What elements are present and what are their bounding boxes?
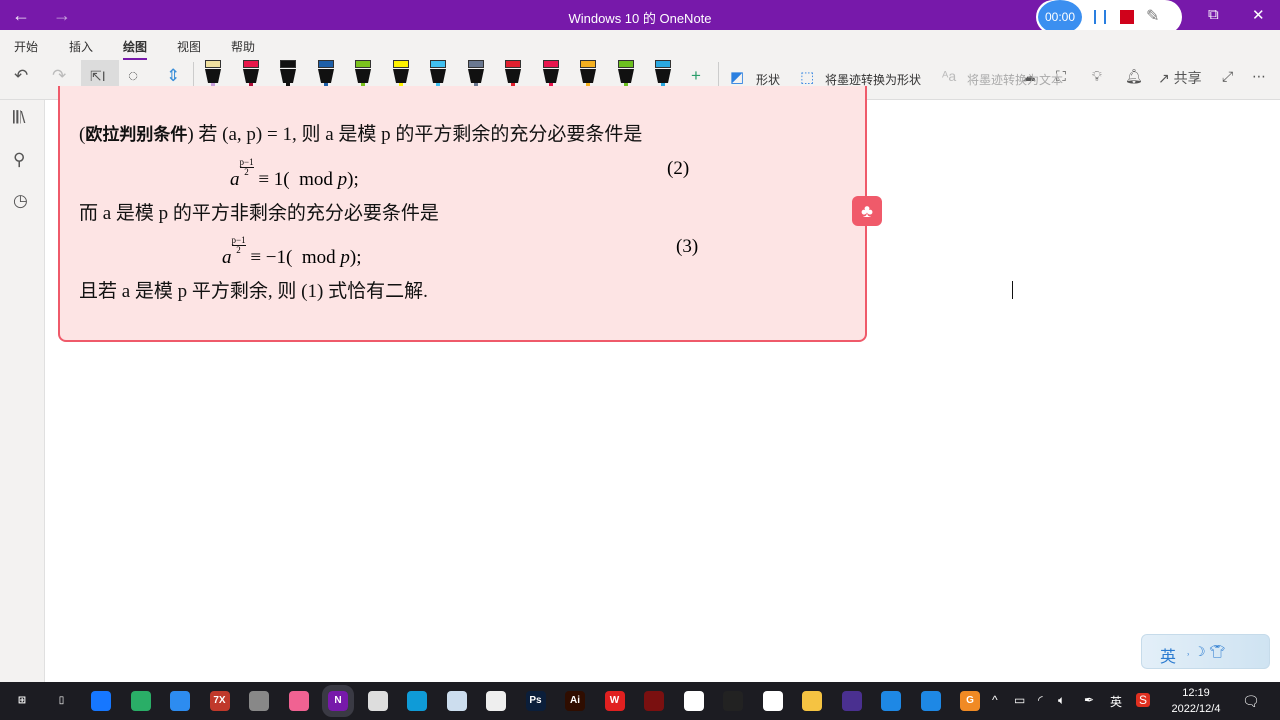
exponent-denominator: 2 xyxy=(236,245,241,255)
taskbar-task-view-icon[interactable]: ▯ xyxy=(51,691,72,711)
ime-language[interactable]: 英 xyxy=(1160,643,1176,667)
taskbar-app-q1-icon[interactable] xyxy=(881,691,901,711)
ink-to-text-icon: ᴬa xyxy=(942,68,957,84)
taskbar-app-blue-ring-icon[interactable] xyxy=(170,691,190,711)
theorem-title: 欧拉判别条件 xyxy=(85,125,188,145)
exponent-denominator: 2 xyxy=(244,167,249,177)
tab-view[interactable]: 视图 xyxy=(177,38,201,55)
taskbar-file-explorer-icon[interactable] xyxy=(802,691,822,711)
equation-tail: ); xyxy=(349,247,362,268)
club-icon[interactable]: ♣ xyxy=(852,196,882,226)
theorem-line-5: 且若 a 是模 p 平方剩余, 则 (1) 式恰有二解. xyxy=(79,281,428,302)
clock[interactable]: 12:19 2022/12/4 xyxy=(1166,685,1226,717)
redo-icon[interactable]: ↷ xyxy=(52,66,66,86)
time: 12:19 xyxy=(1182,687,1210,699)
bell-icon[interactable]: 🔔︎ xyxy=(1125,68,1143,85)
taskbar-inkscape-icon[interactable] xyxy=(486,691,506,711)
notebooks-icon[interactable]: 𝄃𝄃\ xyxy=(13,108,25,128)
date: 2022/12/4 xyxy=(1171,703,1221,715)
search-icon[interactable]: ⚲ xyxy=(13,150,25,170)
taskbar-qq-icon[interactable] xyxy=(723,691,743,711)
show-hidden-icons[interactable]: ^ xyxy=(992,693,998,707)
taskbar-app-gear-icon[interactable] xyxy=(683,691,704,711)
stop-recording-icon[interactable] xyxy=(1120,10,1134,24)
lasso-add-icon[interactable]: ◌ xyxy=(128,66,138,86)
taskbar-feishu-icon[interactable] xyxy=(91,691,111,711)
taskbar-photoshop-icon[interactable]: Ps xyxy=(525,691,546,711)
theorem-line-1: (欧拉判别条件) 若 (a, p) = 1, 则 a 是模 p 的平方剩余的充分… xyxy=(79,124,643,145)
navigation-sidebar: 𝄃𝄃\ ⚲ ◷ xyxy=(0,100,45,682)
ink-to-text-button: 将墨迹转换为文本 xyxy=(967,73,1064,87)
equation-rhs: ≡ −1( mod xyxy=(245,247,341,268)
sogou-icon[interactable]: S xyxy=(1136,693,1151,707)
taskbar-paint-icon[interactable] xyxy=(249,691,269,711)
volume-icon[interactable]: 🔈︎ xyxy=(1058,693,1065,708)
text-cursor xyxy=(1012,281,1013,299)
equation-tail: ); xyxy=(347,169,359,190)
theorem-line-3: 而 a 是模 p 的平方非剩余的充分必要条件是 xyxy=(79,203,439,224)
equation-3-number: (3) xyxy=(676,236,699,257)
taskbar-start-icon[interactable]: ⊞ xyxy=(12,691,32,711)
ime-tools-icon[interactable]: ˒ ☽ 👕︎ xyxy=(1186,644,1226,660)
taskbar-illustrator-icon[interactable]: Ai xyxy=(565,691,585,711)
tab-draw[interactable]: 绘图 xyxy=(123,38,148,60)
screen-recorder-widget: 00:00 ✎ xyxy=(1036,0,1182,34)
recent-icon[interactable]: ◷ xyxy=(13,191,28,211)
expand-icon[interactable]: ⤢ xyxy=(1222,68,1233,85)
pause-recording-icon[interactable] xyxy=(1094,10,1106,24)
taskbar-monitor-icon[interactable] xyxy=(367,691,388,711)
close-button[interactable]: ✕ xyxy=(1252,6,1265,24)
equation-2: a p−1 2 ≡ 1( mod p); xyxy=(230,157,359,191)
shapes-icon[interactable]: ◩ xyxy=(730,68,744,86)
taskbar-app-red-green-icon[interactable] xyxy=(762,691,783,711)
taskbar-7zip-icon[interactable]: 7X xyxy=(209,691,230,711)
equation-rhs: ≡ 1( mod xyxy=(253,169,338,190)
taskbar-wechat-icon[interactable] xyxy=(130,691,151,711)
share-label: 共享 xyxy=(1173,70,1202,86)
taskbar-wps-icon[interactable]: W xyxy=(604,691,625,711)
undo-icon[interactable]: ↶ xyxy=(14,66,28,86)
taskbar-edge-icon[interactable] xyxy=(407,691,427,711)
wifi-icon[interactable]: ◜ xyxy=(1038,693,1043,707)
more-icon[interactable]: ⋯ xyxy=(1252,68,1266,85)
taskbar-app-flower-icon[interactable] xyxy=(446,691,467,711)
lightbulb-icon[interactable]: 💡︎ xyxy=(1092,68,1102,85)
taskbar-app-q2-icon[interactable] xyxy=(920,691,941,711)
annotate-pen-icon[interactable]: ✎ xyxy=(1146,6,1159,26)
taskbar-onenote-icon[interactable]: N xyxy=(322,685,354,717)
taskbar-app-purple-icon[interactable] xyxy=(841,691,862,711)
taskbar-app-pink-icon[interactable] xyxy=(288,691,309,711)
taskbar-app-orange-icon[interactable]: G xyxy=(960,691,980,711)
tab-insert[interactable]: 插入 xyxy=(69,38,93,55)
restore-button[interactable]: ⧉ xyxy=(1208,6,1219,23)
ime-indicator[interactable]: 英 xyxy=(1110,693,1122,710)
equation-3: a p−1 2 ≡ −1( mod p); xyxy=(222,235,362,269)
taskbar: ⊞ ▯ 7X N Ps Ai W G ^ ▭ ◜ 🔈︎ ✒ 英 S 12:19 2022/12/… xyxy=(0,682,1280,720)
share-button[interactable]: ↗ 共享 xyxy=(1158,68,1202,88)
tab-help[interactable]: 帮助 xyxy=(231,38,255,55)
notifications-icon[interactable]: 🗨︎ xyxy=(1242,693,1260,710)
ink-to-shape-icon[interactable]: ⬚ xyxy=(800,68,814,86)
recording-timer: 00:00 xyxy=(1038,0,1082,34)
battery-icon[interactable]: ▭ xyxy=(1014,693,1025,707)
taskbar-app-dark-red-icon[interactable] xyxy=(644,691,664,711)
tab-home[interactable]: 开始 xyxy=(14,38,38,55)
select-text-icon[interactable]: ⇱I xyxy=(90,68,106,85)
add-space-icon[interactable]: ⇕ xyxy=(166,66,180,86)
equation-2-number: (2) xyxy=(667,158,690,179)
add-pen-icon[interactable]: + xyxy=(691,66,701,86)
ime-toolbar[interactable]: 英 ˒ ☽ 👕︎ xyxy=(1141,634,1270,669)
theorem-text: 若 (a, p) = 1, 则 a 是模 p 的平方剩余的充分必要条件是 xyxy=(198,124,643,145)
pen-workspace-icon[interactable]: ✒ xyxy=(1084,693,1094,707)
